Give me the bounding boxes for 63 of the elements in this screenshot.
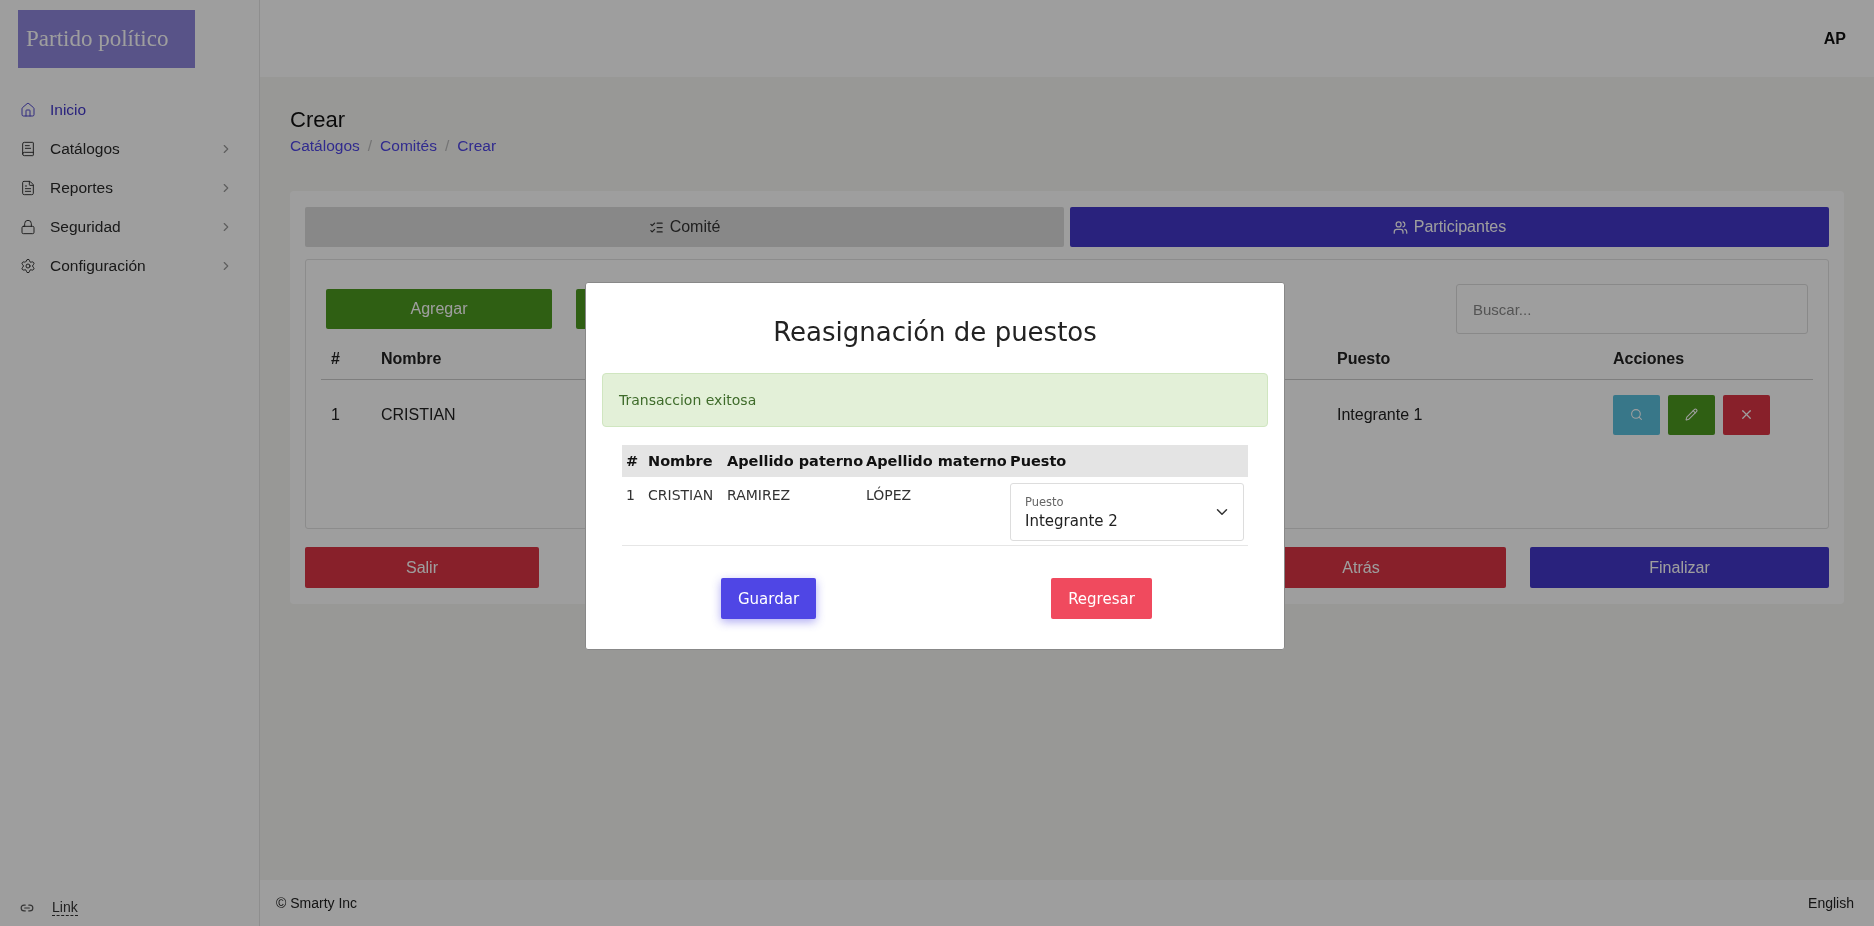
column-header: Nombre: [648, 452, 714, 469]
search-icon: [1630, 408, 1643, 421]
search-field[interactable]: Buscar...: [1456, 284, 1808, 334]
logo: Partido político: [18, 10, 195, 68]
table-cell-text: LÓPEZ: [866, 485, 913, 503]
table-cell-text: 1: [331, 405, 341, 424]
column-header: Puesto: [1010, 452, 1068, 469]
column-header: Apellido materno: [866, 452, 1006, 469]
table-cell-text: 1: [626, 486, 636, 503]
table-cell-text: Integrante 1: [1337, 405, 1424, 424]
select-label: Puesto: [1025, 494, 1065, 509]
sidebar-item[interactable]: Catálogos: [0, 135, 259, 163]
table-cell-text: CRISTIAN: [648, 486, 715, 503]
document-icon: [20, 180, 36, 196]
column-header: Nombre: [381, 349, 443, 368]
breadcrumb-link[interactable]: Comités: [380, 137, 437, 155]
breadcrumb-link[interactable]: Catálogos: [290, 137, 360, 155]
tab[interactable]: Participantes: [1070, 207, 1829, 247]
sidebar-item[interactable]: Configuración: [0, 252, 259, 280]
select-value: Integrante 2: [1025, 511, 1119, 530]
checklist-icon: [648, 219, 664, 235]
sidebar-item[interactable]: Seguridad: [0, 213, 259, 241]
modal-title: Reasignación de puestos: [772, 317, 1098, 347]
sidebar-item-label: Catálogos: [50, 140, 121, 158]
return-button[interactable]: Regresar: [1051, 578, 1152, 619]
sidebar-item-label: Inicio: [50, 101, 88, 119]
column-header: Apellido paterno: [727, 452, 862, 469]
tab[interactable]: Comité: [305, 207, 1064, 247]
exit-button[interactable]: Salir: [305, 547, 539, 588]
book-icon: [20, 141, 36, 157]
breadcrumb-separator: /: [367, 137, 373, 155]
add-button[interactable]: Agregar: [326, 289, 552, 329]
sidebar-item-label: Configuración: [50, 257, 147, 275]
edit-button[interactable]: [1668, 394, 1715, 435]
home-icon: [20, 102, 36, 118]
column-header: Acciones: [1613, 349, 1686, 368]
delete-button[interactable]: [1723, 394, 1770, 435]
finish-button[interactable]: Finalizar: [1530, 547, 1829, 588]
language-selector[interactable]: English: [1808, 895, 1854, 911]
view-button[interactable]: [1613, 394, 1660, 435]
table-cell-text: CRISTIAN: [381, 405, 457, 424]
lock-icon: [20, 219, 36, 235]
table-cell-text: RAMIREZ: [727, 486, 792, 503]
sidebar-item[interactable]: Reportes: [0, 174, 259, 202]
column-header: #: [626, 452, 640, 469]
success-alert: Transaccion exitosa: [602, 373, 1268, 427]
page-title: Crear: [290, 107, 346, 133]
settings-icon: [20, 258, 36, 274]
sidebar-item-label: Seguridad: [50, 218, 122, 236]
footer-link[interactable]: Link: [52, 899, 78, 916]
position-select[interactable]: Puesto Integrante 2: [1010, 483, 1244, 541]
breadcrumb-separator: /: [444, 137, 450, 155]
save-button[interactable]: Guardar: [720, 578, 817, 619]
users-icon: [1392, 219, 1408, 235]
breadcrumb-link[interactable]: Crear: [457, 137, 497, 155]
sidebar-item-label: Reportes: [50, 179, 114, 197]
user-avatar[interactable]: AP: [1823, 29, 1846, 48]
sidebar-item[interactable]: Inicio: [0, 96, 259, 124]
pencil-icon: [1685, 408, 1698, 421]
column-header: #: [331, 349, 341, 368]
close-icon: [1739, 407, 1754, 422]
column-header: Puesto: [1337, 349, 1392, 368]
copyright-text: © Smarty Inc: [276, 895, 358, 911]
